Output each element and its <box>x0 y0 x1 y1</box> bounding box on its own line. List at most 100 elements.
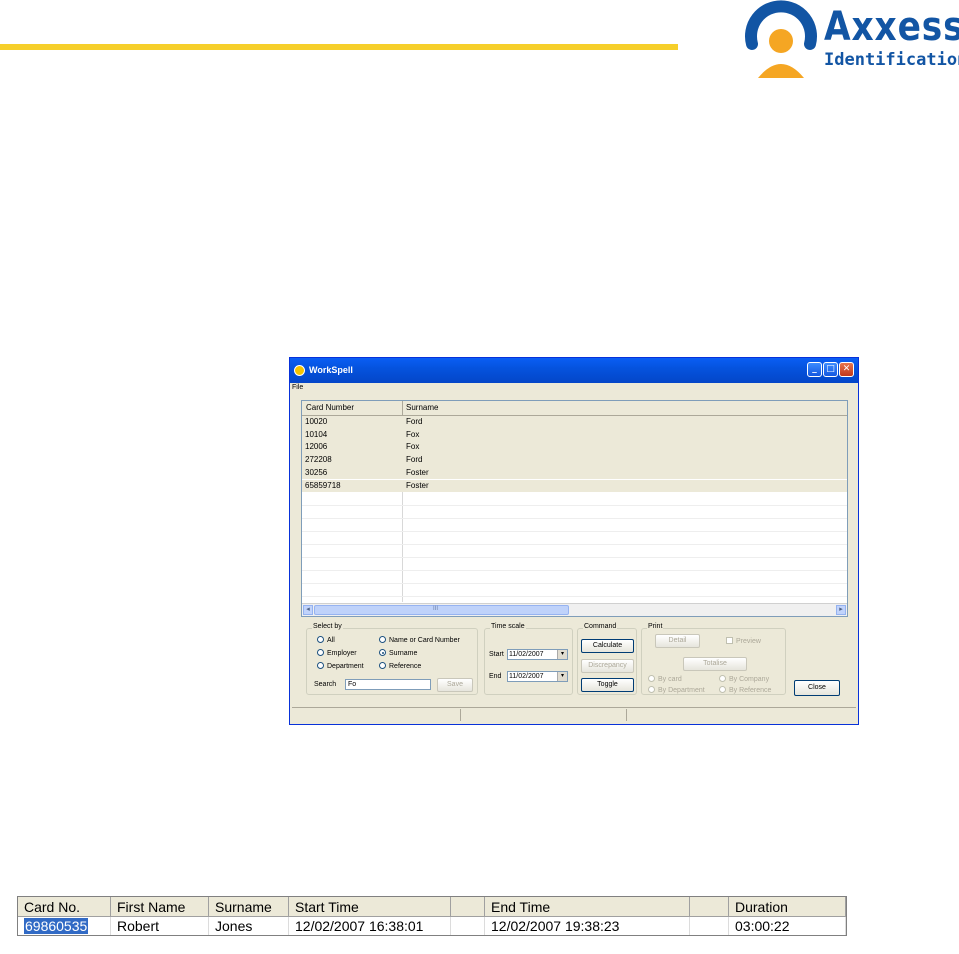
cell-surname: Fox <box>406 429 420 439</box>
totalise-button[interactable]: Totalise <box>683 657 747 671</box>
dropdown-arrow-icon[interactable]: ▾ <box>557 650 567 659</box>
window-title: WorkSpell <box>309 365 353 375</box>
cell-blank[interactable] <box>690 917 729 935</box>
grid-line <box>302 583 847 584</box>
radio-all[interactable]: All <box>317 636 335 644</box>
search-input[interactable]: Fo <box>345 679 431 690</box>
title-bar[interactable]: WorkSpell _ □ ✕ <box>290 358 858 383</box>
grid-line <box>302 544 847 545</box>
grid-line <box>302 570 847 571</box>
search-label: Search <box>314 681 337 688</box>
end-label: End <box>489 673 502 680</box>
radio-label: By Company <box>729 676 770 683</box>
minimize-button[interactable]: _ <box>807 362 822 377</box>
print-group: Print Detail Preview Totalise By card By… <box>641 623 786 695</box>
radio-dot <box>648 675 655 682</box>
axxess-logo: Axxess Identification <box>738 0 959 80</box>
cell-blank[interactable] <box>451 917 485 935</box>
grid-line <box>302 596 847 597</box>
maximize-button[interactable]: □ <box>823 362 838 377</box>
menu-file[interactable]: File <box>292 384 303 391</box>
radio-reference[interactable]: Reference <box>379 662 421 670</box>
cell-card-number: 272208 <box>305 455 332 465</box>
discrepancy-button[interactable]: Discrepancy <box>581 659 634 673</box>
start-date-picker[interactable]: 11/02/2007 ▾ <box>507 649 568 660</box>
column-header-blank[interactable] <box>451 897 485 917</box>
scroll-left-icon[interactable]: ◂ <box>303 605 313 615</box>
radio-dot <box>379 662 386 669</box>
detail-button[interactable]: Detail <box>655 634 700 648</box>
column-header-end-time[interactable]: End Time <box>485 897 690 917</box>
end-date-value: 11/02/2007 <box>509 673 544 680</box>
cell-card-number: 12006 <box>305 442 328 452</box>
radio-by-reference[interactable]: By Reference <box>719 686 771 694</box>
command-group: Command Calculate Discrepancy Toggle <box>577 623 637 695</box>
column-header-card-number[interactable]: Card Number <box>306 403 354 412</box>
radio-label: Employer <box>327 650 357 657</box>
cell-end-time[interactable]: 12/02/2007 19:38:23 <box>485 917 690 935</box>
radio-by-card[interactable]: By card <box>648 675 682 683</box>
list-row[interactable]: 12006 Fox <box>302 441 847 455</box>
radio-employer[interactable]: Employer <box>317 649 357 657</box>
logo-subtitle-text: Identification <box>824 50 959 70</box>
cell-duration[interactable]: 03:00:22 <box>729 917 846 935</box>
cell-surname[interactable]: Jones <box>209 917 289 935</box>
grid-line <box>302 505 847 506</box>
list-header: Card Number Surname <box>302 401 847 416</box>
start-date-value: 11/02/2007 <box>509 651 544 658</box>
cell-first-name[interactable]: Robert <box>111 917 209 935</box>
list-row[interactable]: 30256 Foster <box>302 466 847 480</box>
column-header-first-name[interactable]: First Name <box>111 897 209 917</box>
radio-dot <box>648 686 655 693</box>
radio-label: Reference <box>389 663 422 670</box>
list-row[interactable]: 272208 Ford <box>302 454 847 467</box>
column-header-blank[interactable] <box>690 897 729 917</box>
end-date-picker[interactable]: 11/02/2007 ▾ <box>507 671 568 682</box>
column-header-card-no[interactable]: Card No. <box>18 897 111 917</box>
close-button[interactable]: Close <box>794 680 840 696</box>
radio-department[interactable]: Department <box>317 662 364 670</box>
logo-brand-text: Axxess <box>824 4 959 50</box>
cell-surname: Foster <box>406 467 429 477</box>
column-header-duration[interactable]: Duration <box>729 897 846 917</box>
toggle-button[interactable]: Toggle <box>581 678 634 692</box>
cell-surname: Ford <box>406 417 423 426</box>
radio-label: Surname <box>389 650 418 657</box>
scroll-right-icon[interactable]: ▸ <box>836 605 846 615</box>
radio-dot <box>719 686 726 693</box>
horizontal-scrollbar[interactable]: ◂ III ▸ <box>302 603 847 616</box>
list-row[interactable]: 10020 Ford <box>302 416 847 429</box>
grid-line <box>302 557 847 558</box>
radio-by-department[interactable]: By Department <box>648 686 705 694</box>
cell-card-number: 10020 <box>305 417 328 426</box>
cell-card-no[interactable]: 69860535 <box>18 917 111 935</box>
list-row[interactable]: 65859718 Foster <box>302 479 847 493</box>
list-row[interactable]: 10104 Fox <box>302 428 847 442</box>
scroll-thumb[interactable]: III <box>314 605 569 615</box>
radio-dot <box>317 636 324 643</box>
column-header-surname[interactable]: Surname <box>406 403 438 412</box>
menu-bar: File <box>292 384 303 391</box>
calculate-button[interactable]: Calculate <box>581 639 634 653</box>
radio-by-company[interactable]: By Company <box>719 675 769 683</box>
radio-dot-selected <box>379 649 386 656</box>
command-legend: Command <box>583 623 618 630</box>
radio-name-or-card-number[interactable]: Name or Card Number <box>379 636 460 644</box>
cell-surname: Foster <box>406 480 429 490</box>
app-icon <box>294 365 305 376</box>
dropdown-arrow-icon[interactable]: ▾ <box>557 672 567 681</box>
save-button[interactable]: Save <box>437 678 473 692</box>
preview-checkbox[interactable]: Preview <box>726 637 761 645</box>
radio-label: Department <box>327 663 364 670</box>
time-scale-legend: Time scale <box>490 623 526 630</box>
column-header-surname[interactable]: Surname <box>209 897 289 917</box>
start-label: Start <box>489 651 504 658</box>
print-legend: Print <box>647 623 664 630</box>
cell-surname: Ford <box>406 455 423 465</box>
card-list[interactable]: Card Number Surname 10020 Ford 10104 Fox 1… <box>301 400 848 617</box>
results-table: Card No. First Name Surname Start Time E… <box>17 896 847 936</box>
close-window-button[interactable]: ✕ <box>839 362 854 377</box>
cell-start-time[interactable]: 12/02/2007 16:38:01 <box>289 917 451 935</box>
radio-surname[interactable]: Surname <box>379 649 417 657</box>
column-header-start-time[interactable]: Start Time <box>289 897 451 917</box>
